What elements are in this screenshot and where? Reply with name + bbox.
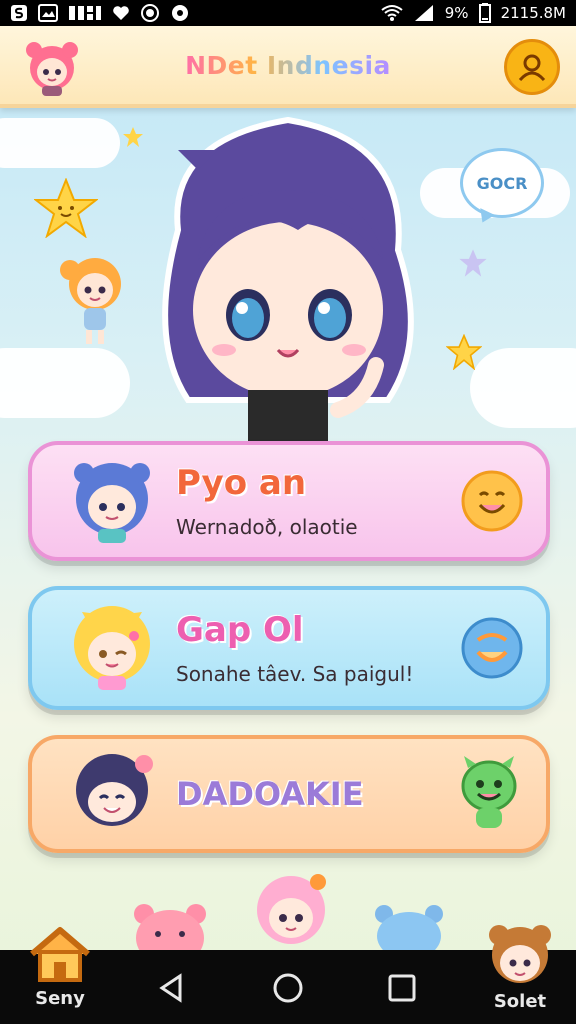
recents-square-icon bbox=[388, 974, 416, 1002]
clock: 2115.8M bbox=[500, 4, 566, 22]
cloud-decoration bbox=[0, 348, 130, 418]
blonde-girl-icon bbox=[74, 606, 150, 690]
star-icon bbox=[446, 334, 482, 370]
bear-hat-girl-icon bbox=[489, 924, 551, 983]
battery-icon bbox=[478, 3, 491, 23]
blue-bear-icon bbox=[375, 905, 443, 950]
record-icon bbox=[140, 3, 160, 23]
battery-percent: 9% bbox=[444, 4, 469, 22]
status-bar: 9% 2115.8M bbox=[0, 0, 576, 26]
app-header: NDet Indnesia bbox=[0, 26, 576, 108]
star-icon bbox=[459, 249, 487, 277]
nav-profile-button[interactable]: Solet bbox=[480, 908, 560, 1024]
back-triangle-icon bbox=[159, 973, 182, 1003]
blue-smile-icon[interactable] bbox=[460, 616, 524, 680]
heart-icon bbox=[112, 4, 130, 22]
nav-home-label: Seny bbox=[35, 987, 85, 1009]
wifi-icon bbox=[381, 4, 403, 22]
floating-girl-icon bbox=[60, 258, 121, 344]
nav-profile-label: Solet bbox=[493, 990, 547, 1012]
home-circle-button[interactable] bbox=[268, 968, 308, 1008]
cloud-decoration bbox=[470, 348, 576, 428]
star-face-icon bbox=[34, 178, 98, 238]
speech-bubble: GOCR bbox=[460, 148, 544, 218]
notification-s-icon bbox=[10, 4, 28, 22]
recents-button[interactable] bbox=[382, 968, 422, 1008]
grid-app-icon bbox=[68, 5, 102, 21]
app-title: NDet Indnesia bbox=[185, 50, 391, 80]
house-icon bbox=[30, 926, 90, 982]
home-circle-icon bbox=[273, 973, 303, 1003]
card-gap-ol[interactable]: Gap Ol Sonahe tâev. Sa paigul! bbox=[28, 586, 550, 710]
user-profile-button[interactable] bbox=[504, 39, 560, 95]
user-icon bbox=[518, 54, 546, 82]
blue-hair-girl-icon bbox=[74, 463, 150, 543]
pink-bear-icon bbox=[134, 904, 206, 950]
nav-home-button[interactable]: Seny bbox=[24, 908, 96, 1024]
back-button[interactable] bbox=[152, 968, 192, 1008]
pink-hair-chibi-icon bbox=[257, 874, 326, 944]
card-dadoakie[interactable]: DADOAKIE bbox=[28, 735, 550, 853]
dark-hair-boy-icon bbox=[76, 754, 153, 826]
cloud-decoration bbox=[0, 118, 120, 168]
status-right: 9% 2115.8M bbox=[381, 3, 566, 23]
hero-character-icon bbox=[162, 116, 414, 450]
status-left bbox=[10, 3, 190, 23]
image-icon bbox=[38, 4, 58, 22]
main-scene: GOCR Pyo an Wernadoð, olaotie Gap Ol Son… bbox=[0, 108, 576, 950]
smiley-face-icon[interactable] bbox=[460, 469, 524, 533]
pink-hair-girl-icon[interactable] bbox=[20, 34, 84, 98]
settings-icon bbox=[170, 3, 190, 23]
green-monster-icon[interactable] bbox=[454, 752, 524, 836]
signal-icon bbox=[413, 4, 435, 22]
card-pyo-an[interactable]: Pyo an Wernadoð, olaotie bbox=[28, 441, 550, 561]
